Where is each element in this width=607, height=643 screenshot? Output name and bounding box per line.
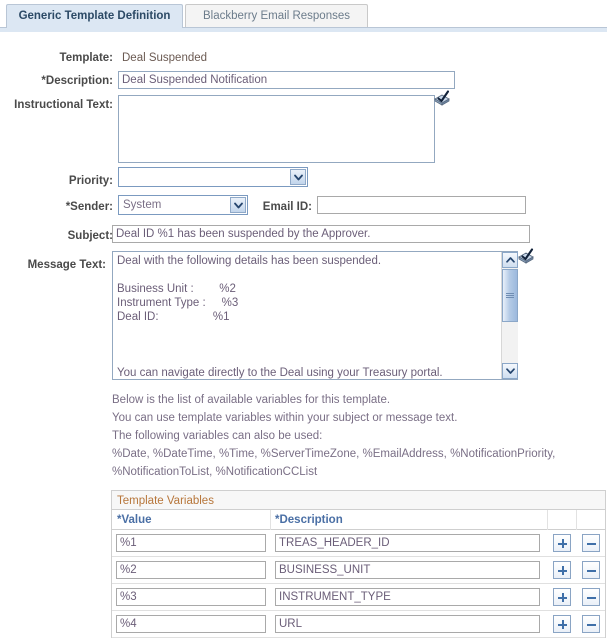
tab-blackberry-email-responses[interactable]: Blackberry Email Responses — [185, 4, 368, 28]
priority-dropdown[interactable] — [118, 167, 308, 187]
instruction-line: %NotificationToList, %NotificationCCList — [112, 466, 318, 478]
delete-row-button[interactable] — [582, 615, 600, 633]
tab-label: Generic Template Definition — [18, 10, 171, 22]
delete-row-button[interactable] — [582, 561, 600, 579]
grid-column-header-description: *Description — [275, 514, 343, 526]
sender-dropdown[interactable]: System — [118, 195, 248, 215]
add-row-button[interactable] — [553, 615, 571, 633]
instruction-line: You can use template variables within yo… — [112, 412, 458, 424]
variable-value-input[interactable] — [116, 615, 266, 633]
template-value: Deal Suspended — [122, 52, 208, 64]
description-label: *Description: — [41, 75, 113, 87]
add-row-button[interactable] — [553, 588, 571, 606]
scroll-up-arrow-icon[interactable] — [502, 252, 518, 268]
scrollbar-thumb[interactable] — [502, 269, 518, 322]
delete-row-button[interactable] — [582, 534, 600, 552]
instructional-text-textarea[interactable] — [118, 95, 435, 163]
spellcheck-notepad-icon[interactable] — [434, 90, 451, 106]
delete-row-button[interactable] — [582, 588, 600, 606]
tab-label: Blackberry Email Responses — [202, 10, 350, 22]
instruction-line: Below is the list of available variables… — [112, 394, 391, 406]
subject-label: Subject: — [67, 230, 113, 242]
scrollbar-grip-icon — [506, 292, 514, 299]
tab-generic-template-definition[interactable]: Generic Template Definition — [6, 4, 183, 28]
message-text-scrollbar[interactable] — [501, 252, 518, 379]
email-id-input[interactable] — [317, 196, 526, 214]
instruction-line: %Date, %DateTime, %Time, %ServerTimeZone… — [112, 448, 556, 460]
tab-active-joint — [7, 27, 182, 29]
sender-label: *Sender: — [65, 201, 113, 213]
variable-value-input[interactable] — [116, 534, 266, 552]
grid-header-row — [112, 510, 605, 530]
template-label: Template: — [59, 52, 113, 64]
variable-value-input[interactable] — [116, 561, 266, 579]
instructional-text-label: Instructional Text: — [14, 99, 113, 111]
message-text-textarea[interactable]: Deal with the following details has been… — [113, 252, 501, 379]
chevron-down-icon[interactable] — [230, 197, 246, 213]
variable-description-input[interactable] — [275, 588, 540, 606]
subject-input[interactable] — [112, 225, 530, 243]
grid-column-header-value: *Value — [117, 514, 152, 526]
spellcheck-notepad-icon[interactable] — [518, 248, 535, 264]
add-row-button[interactable] — [553, 534, 571, 552]
grid-title: Template Variables — [117, 495, 214, 507]
variable-description-input[interactable] — [275, 534, 540, 552]
chevron-down-icon[interactable] — [290, 169, 306, 185]
variable-description-input[interactable] — [275, 561, 540, 579]
variable-description-input[interactable] — [275, 615, 540, 633]
email-id-label: Email ID: — [262, 201, 312, 213]
add-row-button[interactable] — [553, 561, 571, 579]
message-text-label: Message Text: — [27, 259, 106, 271]
sender-dropdown-value: System — [123, 199, 162, 211]
scroll-down-arrow-icon[interactable] — [502, 363, 518, 379]
description-input[interactable] — [118, 71, 455, 89]
instruction-line: The following variables can also be used… — [112, 430, 323, 442]
priority-label: Priority: — [68, 175, 113, 187]
variable-value-input[interactable] — [116, 588, 266, 606]
